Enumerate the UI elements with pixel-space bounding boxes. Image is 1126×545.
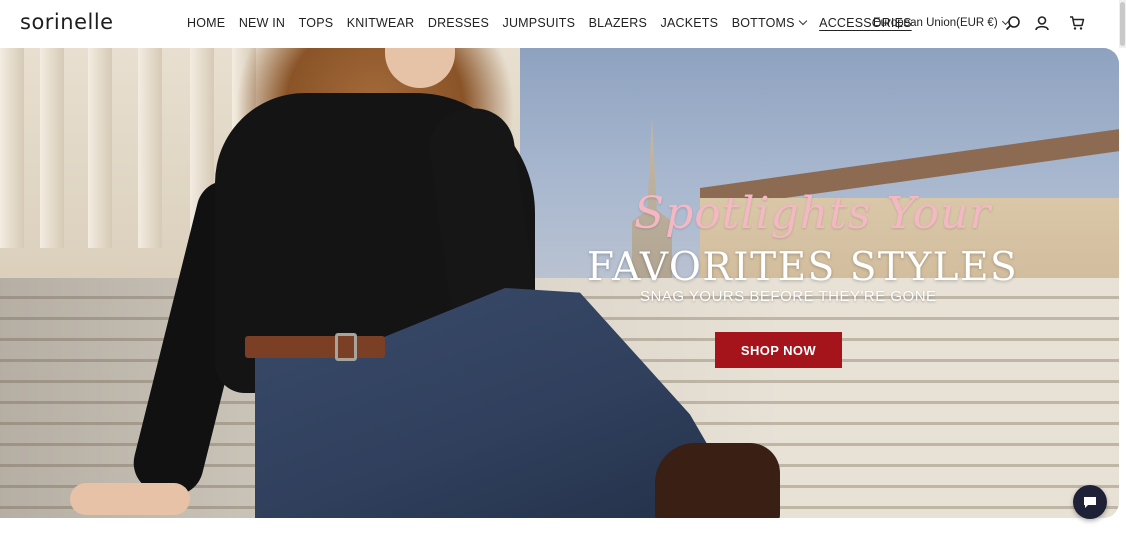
hero-column bbox=[138, 48, 162, 248]
nav-item-blazers[interactable]: BLAZERS bbox=[589, 16, 647, 30]
nav-item-dresses[interactable]: DRESSES bbox=[428, 16, 489, 30]
hero-column bbox=[88, 48, 112, 248]
model-belt-buckle bbox=[335, 333, 357, 361]
main-nav: HOME NEW IN TOPS KNITWEAR DRESSES JUMPSU… bbox=[187, 16, 925, 30]
nav-item-jackets[interactable]: JACKETS bbox=[661, 16, 719, 30]
shop-now-button[interactable]: SHOP NOW bbox=[715, 332, 842, 368]
nav-label: BLAZERS bbox=[588, 16, 648, 30]
nav-item-new-in[interactable]: NEW IN bbox=[239, 16, 285, 30]
model-boot bbox=[655, 443, 780, 518]
nav-item-jumpsuits[interactable]: JUMPSUITS bbox=[503, 16, 576, 30]
hero-column bbox=[0, 48, 24, 248]
site-header: sorinelle HOME NEW IN TOPS KNITWEAR DRES… bbox=[0, 0, 1126, 48]
chat-launcher-button[interactable] bbox=[1073, 485, 1107, 519]
search-icon[interactable] bbox=[1005, 15, 1021, 31]
hero-column bbox=[40, 48, 64, 248]
account-icon[interactable] bbox=[1034, 15, 1050, 31]
nav-label: JUMPSUITS bbox=[502, 16, 576, 30]
model-hand bbox=[70, 483, 190, 515]
nav-label: BOTTOMS bbox=[731, 16, 795, 30]
nav-label: NEW IN bbox=[238, 16, 286, 30]
region-label: European Union(EUR €) bbox=[873, 17, 998, 29]
hero-script-text: Spotlights Your bbox=[634, 188, 992, 239]
nav-label: TOPS bbox=[298, 16, 334, 30]
nav-item-knitwear[interactable]: KNITWEAR bbox=[347, 16, 415, 30]
model-belt bbox=[245, 336, 385, 358]
hero-subline: SNAG YOURS BEFORE THEY'RE GONE bbox=[640, 288, 937, 305]
chat-bubble-icon bbox=[1084, 497, 1096, 508]
hero-headline: FAVORITES STYLES bbox=[587, 245, 1019, 290]
nav-label: JACKETS bbox=[660, 16, 719, 30]
hero-banner[interactable]: Spotlights Your FAVORITES STYLES SNAG YO… bbox=[0, 48, 1119, 518]
nav-label: DRESSES bbox=[427, 16, 489, 30]
brand-logo[interactable]: sorinelle bbox=[20, 10, 114, 34]
nav-item-home[interactable]: HOME bbox=[187, 16, 225, 30]
page-scrollbar[interactable] bbox=[1119, 0, 1126, 48]
region-selector[interactable]: European Union(EUR €) bbox=[873, 17, 1009, 29]
nav-item-bottoms[interactable]: BOTTOMS bbox=[731, 16, 807, 30]
nav-item-tops[interactable]: TOPS bbox=[299, 16, 334, 30]
nav-label: HOME bbox=[187, 16, 226, 30]
cart-icon[interactable] bbox=[1069, 15, 1085, 31]
nav-label: KNITWEAR bbox=[346, 16, 415, 30]
chevron-down-icon bbox=[798, 16, 807, 26]
